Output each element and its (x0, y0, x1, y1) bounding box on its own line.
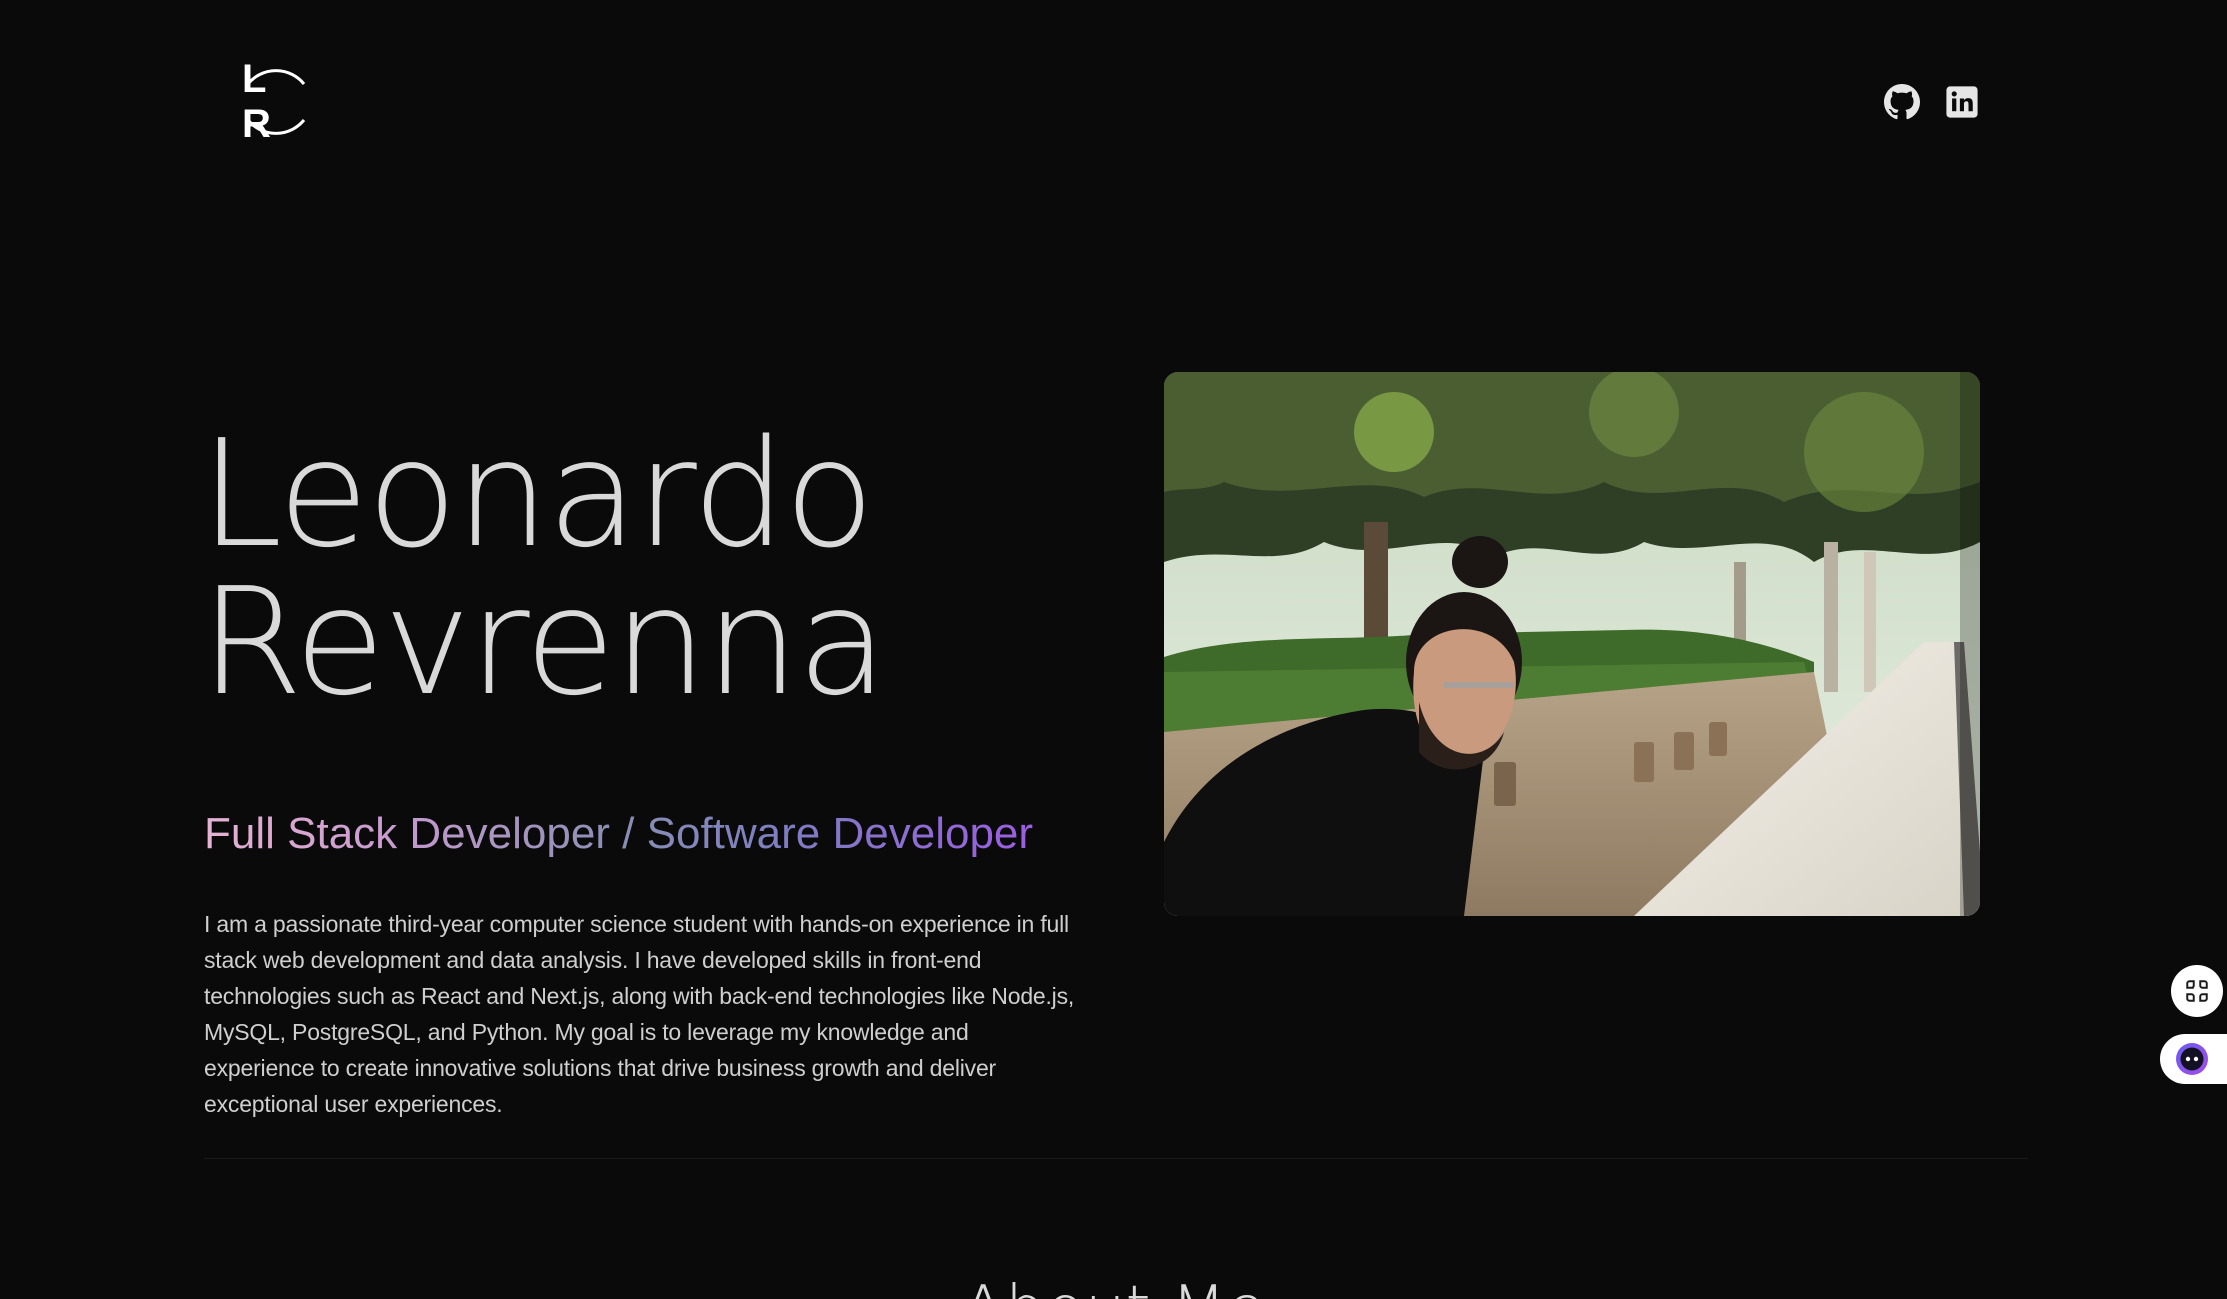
github-icon (1884, 84, 1920, 120)
hero-name: Leonardo Revrenna (200, 408, 888, 728)
apps-widget-button[interactable] (2171, 965, 2223, 1017)
hero-last-name: Revrenna (200, 556, 888, 728)
logo-text: L R (242, 57, 279, 146)
apps-grid-icon (2186, 980, 2208, 1002)
linkedin-link[interactable] (1942, 82, 1982, 122)
about-heading: About Me (0, 1270, 2227, 1299)
assistant-bot-icon (2176, 1043, 2208, 1075)
section-divider (204, 1158, 2028, 1159)
hero-role: Full Stack Developer / Software Develope… (204, 806, 1033, 862)
profile-photo (1164, 372, 1980, 916)
site-logo[interactable]: L R (236, 57, 316, 146)
portfolio-page: L R Leonardo Revrenna Full Stack Develop… (0, 0, 2227, 1299)
assistant-widget-button[interactable] (2160, 1034, 2227, 1084)
hero-first-name: Leonardo (200, 408, 875, 580)
linkedin-icon (1946, 86, 1978, 118)
github-link[interactable] (1882, 82, 1922, 122)
hero-description: I am a passionate third-year computer sc… (204, 911, 1075, 1117)
